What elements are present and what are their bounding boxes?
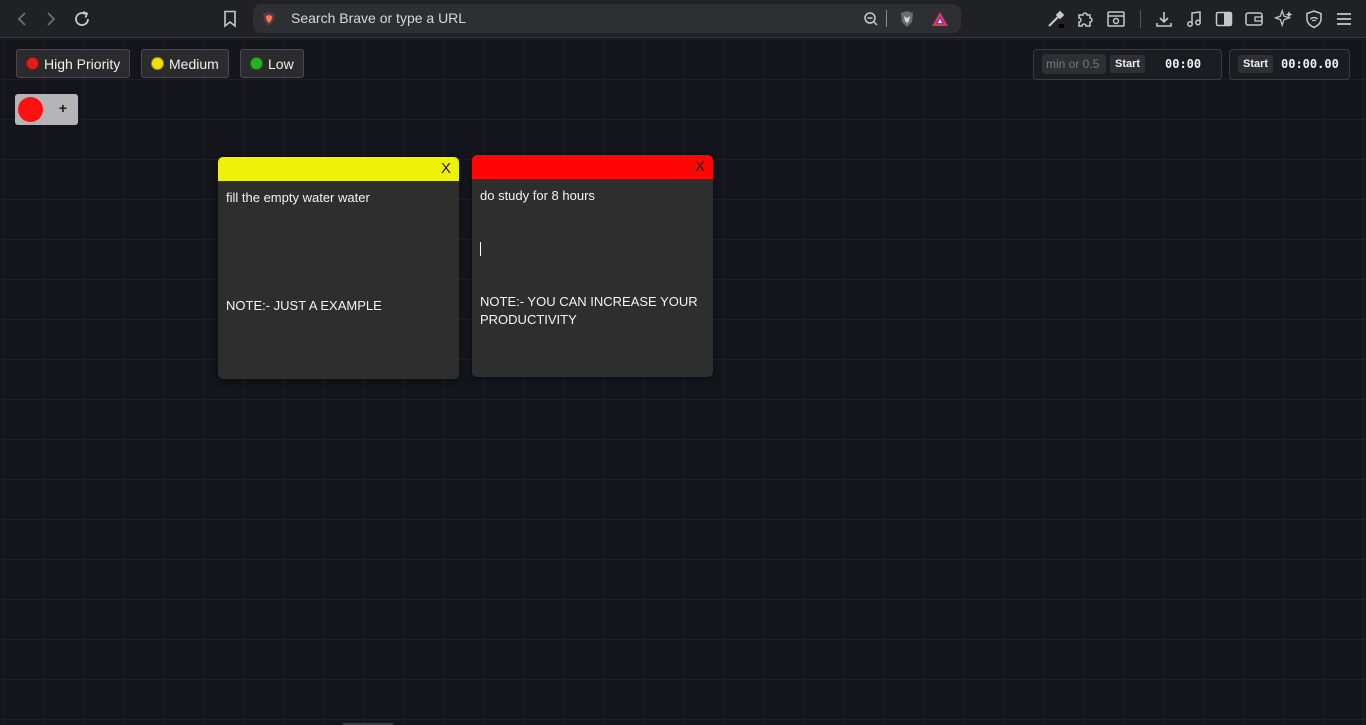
wand-icon[interactable] bbox=[1045, 8, 1067, 30]
stopwatch-display: 00:00.00 bbox=[1281, 57, 1339, 71]
brave-shield-icon bbox=[261, 11, 277, 27]
sticky-note: X do study for 8 hours NOTE:- YOU CAN IN… bbox=[472, 155, 713, 377]
bookmark-icon[interactable] bbox=[219, 7, 241, 31]
back-icon[interactable] bbox=[10, 7, 34, 31]
reload-icon[interactable] bbox=[70, 7, 94, 31]
forward-icon[interactable] bbox=[39, 7, 63, 31]
zoom-icon[interactable] bbox=[862, 10, 880, 28]
low-priority-label: Low bbox=[268, 55, 294, 72]
medium-priority-label: Medium bbox=[169, 55, 219, 72]
note-body[interactable]: NOTE:- YOU CAN INCREASE YOUR PRODUCTIVIT… bbox=[480, 293, 705, 329]
toolbar-separator bbox=[1140, 10, 1141, 28]
red-dot-icon bbox=[26, 57, 39, 70]
address-placeholder[interactable]: Search Brave or type a URL bbox=[291, 10, 466, 26]
yellow-dot-icon bbox=[151, 57, 164, 70]
screenshot-icon[interactable] bbox=[1105, 8, 1127, 30]
wallet-icon[interactable] bbox=[1243, 8, 1265, 30]
minutes-input[interactable] bbox=[1042, 54, 1106, 74]
leo-ai-icon[interactable] bbox=[1273, 8, 1295, 30]
low-priority-button[interactable]: Low bbox=[240, 49, 304, 78]
note-header[interactable]: X bbox=[218, 157, 459, 181]
note-title[interactable]: fill the empty water water bbox=[226, 189, 451, 207]
music-icon[interactable] bbox=[1183, 8, 1205, 30]
note-header[interactable]: X bbox=[472, 155, 713, 179]
note-body[interactable]: NOTE:- JUST A EXAMPLE bbox=[226, 297, 451, 315]
sidebar-icon[interactable] bbox=[1213, 8, 1235, 30]
color-picker[interactable] bbox=[18, 97, 43, 122]
add-note-button[interactable]: + bbox=[55, 100, 71, 118]
text-caret bbox=[480, 242, 481, 256]
high-priority-button[interactable]: High Priority bbox=[16, 49, 131, 78]
download-icon[interactable] bbox=[1153, 8, 1175, 30]
note-close-button[interactable]: X bbox=[441, 160, 451, 177]
sticky-note: X fill the empty water water NOTE:- JUST… bbox=[218, 157, 459, 379]
green-dot-icon bbox=[250, 57, 263, 70]
browser-toolbar: Search Brave or type a URL bbox=[0, 0, 1366, 38]
timer-start-button[interactable]: Start bbox=[1110, 55, 1146, 73]
medium-priority-button[interactable]: Medium bbox=[141, 49, 229, 78]
extensions-icon[interactable] bbox=[1075, 8, 1097, 30]
brave-lion-icon[interactable] bbox=[898, 10, 916, 28]
vpn-icon[interactable] bbox=[1303, 8, 1325, 30]
menu-icon[interactable] bbox=[1333, 8, 1355, 30]
board-canvas: High Priority Medium Low Start 00:00 Sta… bbox=[0, 39, 1366, 725]
address-separator bbox=[886, 10, 887, 27]
countdown-display: 00:00 bbox=[1165, 57, 1202, 71]
add-note-widget: + bbox=[15, 94, 78, 125]
countdown-timer: Start 00:00 bbox=[1033, 49, 1222, 80]
stopwatch-start-button[interactable]: Start bbox=[1238, 55, 1274, 73]
rewards-triangle-icon[interactable] bbox=[931, 10, 949, 28]
high-priority-label: High Priority bbox=[44, 55, 121, 72]
stopwatch: Start 00:00.00 bbox=[1229, 49, 1350, 80]
note-close-button[interactable]: X bbox=[695, 158, 705, 175]
address-bar[interactable]: Search Brave or type a URL bbox=[253, 4, 961, 33]
note-title[interactable]: do study for 8 hours bbox=[480, 187, 705, 205]
